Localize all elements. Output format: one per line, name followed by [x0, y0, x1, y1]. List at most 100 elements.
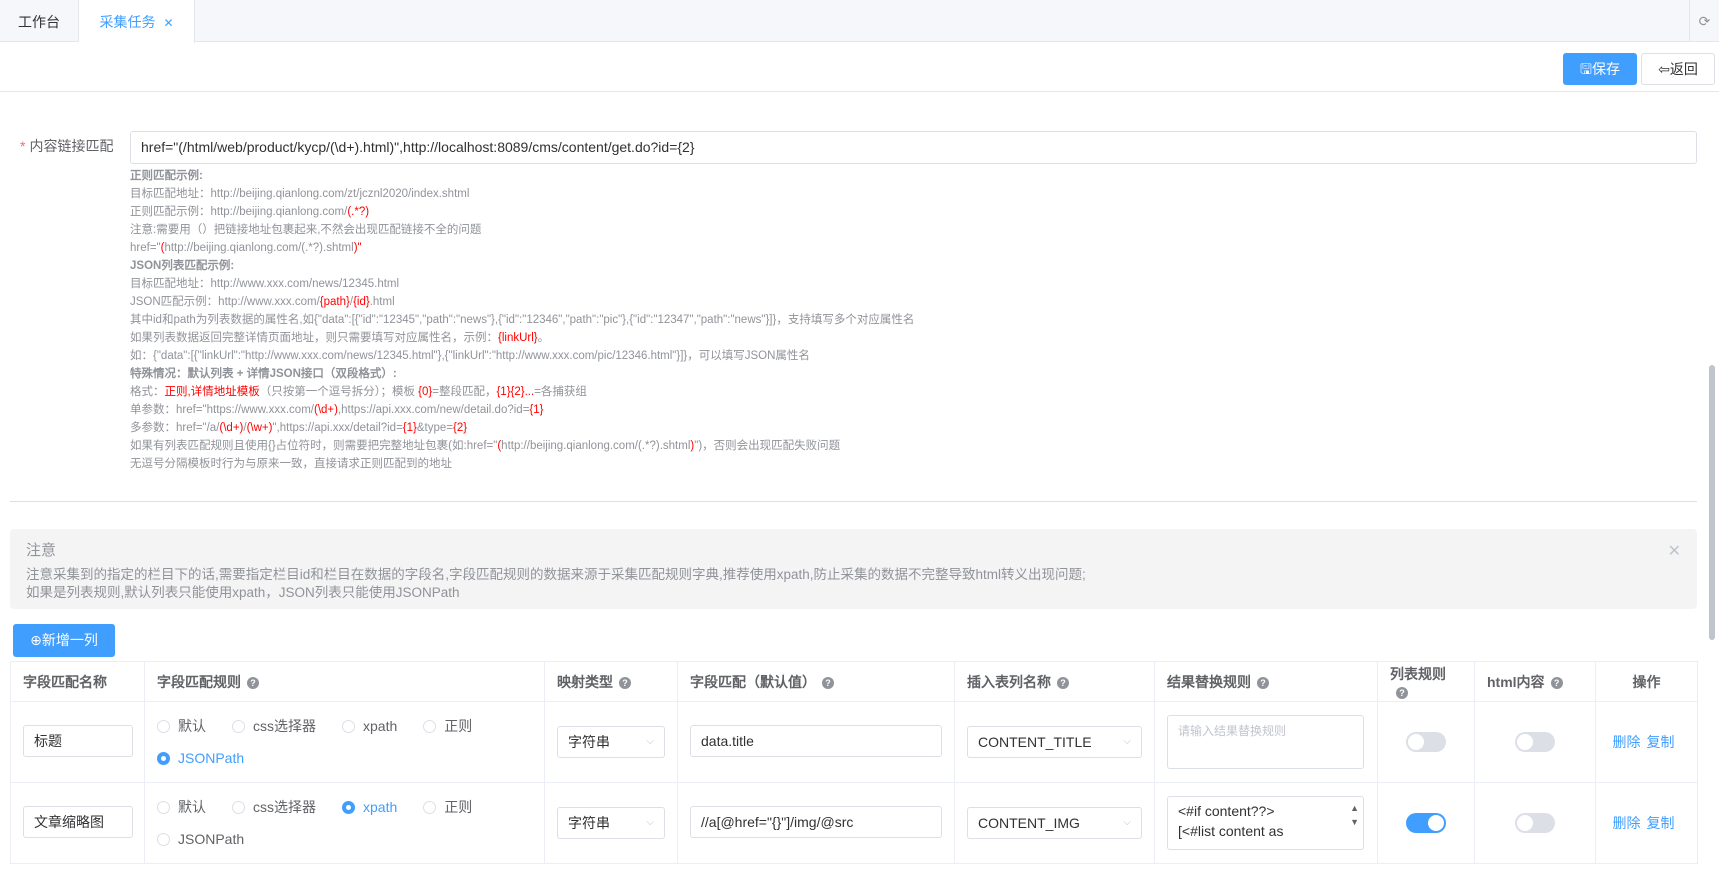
- help-text-part: http://beijing.qianlong.com/(.*?).shtml: [501, 440, 691, 452]
- alert-title: 注意: [26, 542, 57, 559]
- help-line: 如果有列表匹配规则且使用{}占位符时，则需要把完整地址包裹(如:href="(h…: [130, 437, 1530, 455]
- link-match-input[interactable]: href="(/html/web/product/kycp/(\d+).html…: [130, 131, 1697, 164]
- header-label: 结果替换规则: [1167, 673, 1251, 690]
- html-content-switch[interactable]: [1515, 732, 1555, 752]
- help-text-part: （只按第一个逗号拆分）；模板: [259, 386, 419, 398]
- question-icon[interactable]: ?: [247, 676, 259, 689]
- column-name-select[interactable]: CONTENT_IMG ⌵: [967, 807, 1142, 839]
- header-label: 字段匹配（默认值）: [690, 673, 816, 690]
- help-highlight: (.*?): [347, 206, 370, 218]
- close-icon[interactable]: ✕: [163, 16, 173, 30]
- link-match-label-text: 内容链接匹配: [29, 138, 114, 154]
- field-name-input[interactable]: 文章缩略图: [23, 805, 133, 838]
- header-label: 插入表列名称: [967, 673, 1051, 690]
- help-highlight: {0}: [418, 386, 433, 398]
- delete-link[interactable]: 删除: [1613, 734, 1641, 750]
- help-text-part: ,https://api.xxx.com/new/detail.do?id=: [337, 404, 530, 416]
- radio-jsonpath[interactable]: JSONPath: [157, 742, 244, 774]
- help-highlight: {path}: [319, 296, 350, 308]
- back-button[interactable]: ⇦返回: [1641, 53, 1715, 85]
- help-highlight: {1}{2}...: [496, 386, 535, 398]
- help-highlight: {linkUrl}: [498, 332, 538, 344]
- tab-label: 工作台: [18, 14, 60, 30]
- help-text-part: 正则匹配示例：http://beijing.qianlong.com/: [130, 206, 348, 218]
- radio-css[interactable]: css选择器: [232, 791, 316, 823]
- radio-xpath[interactable]: xpath: [342, 791, 397, 823]
- question-icon[interactable]: ?: [1257, 676, 1269, 689]
- help-text-part: 单参数：href="https://www.xxx.com/: [130, 404, 314, 416]
- question-icon[interactable]: ?: [822, 676, 834, 689]
- help-highlight: 正则,详情地址模板: [164, 386, 260, 398]
- copy-link[interactable]: 复制: [1647, 815, 1675, 831]
- help-line: 目标匹配地址：http://www.xxx.com/news/12345.htm…: [130, 278, 400, 290]
- radio-default[interactable]: 默认: [157, 710, 206, 742]
- header-list: 列表规则?: [1377, 661, 1475, 702]
- radio-regex[interactable]: 正则: [423, 710, 472, 742]
- help-text-part: JSON匹配示例：http://www.xxx.com/: [130, 296, 320, 308]
- header-label: 字段匹配规则: [157, 673, 241, 690]
- column-name-select[interactable]: CONTENT_TITLE ⌵: [967, 726, 1142, 758]
- refresh-icon[interactable]: ⟳: [1689, 0, 1719, 42]
- table-row: 标题 默认 css选择器 xpath 正则 JSONPath 字符串 ⌵ data.tit…: [10, 701, 1698, 783]
- help-line: 其中id和path为列表数据的属性名,如{"data":[{"id":"1234…: [130, 314, 915, 326]
- header-column: 插入表列名称?: [954, 661, 1155, 702]
- replace-rule-textarea[interactable]: 请输入结果替换规则: [1167, 715, 1364, 769]
- tab-collect-task[interactable]: 采集任务 ✕: [79, 0, 195, 43]
- header-map: 映射类型?: [544, 661, 678, 702]
- chevron-down-icon: ⌵: [646, 736, 654, 747]
- rule-radio-group: 默认 css选择器 xpath 正则 JSONPath: [157, 791, 532, 855]
- help-line: 如果列表数据返回完整详情页面地址，则只需要填写对应属性名，示例：{linkUrl…: [130, 329, 1530, 347]
- help-line: 目标匹配地址：http://beijing.qianlong.com/zt/jc…: [130, 188, 470, 200]
- header-replace: 结果替换规则?: [1154, 661, 1378, 702]
- help-highlight: (\w+): [246, 422, 273, 434]
- html-content-switch[interactable]: [1515, 813, 1555, 833]
- field-name-input[interactable]: 标题: [23, 724, 133, 757]
- table-row: 文章缩略图 默认 css选择器 xpath 正则 JSONPath 字符串 ⌵ //a[@…: [10, 782, 1698, 864]
- help-text: 正则匹配示例: 目标匹配地址：http://beijing.qianlong.c…: [130, 167, 1530, 473]
- tab-workbench[interactable]: 工作台: [0, 0, 79, 42]
- close-icon[interactable]: ✕: [1668, 541, 1681, 561]
- chevron-down-icon: ⌵: [646, 817, 654, 828]
- replace-rule-textarea[interactable]: <#if content??> [<#list content as ▲ ▼: [1167, 796, 1364, 850]
- map-type-select[interactable]: 字符串 ⌵: [557, 807, 665, 839]
- radio-jsonpath[interactable]: JSONPath: [157, 823, 244, 855]
- default-value-input[interactable]: data.title: [690, 724, 942, 757]
- list-rule-switch[interactable]: [1406, 813, 1446, 833]
- default-value-input[interactable]: //a[@href="{}"]/img/@src: [690, 805, 942, 838]
- delete-link[interactable]: 删除: [1613, 815, 1641, 831]
- help-text-part: .html: [369, 296, 395, 308]
- list-rule-switch[interactable]: [1406, 732, 1446, 752]
- question-icon[interactable]: ?: [619, 676, 631, 689]
- radio-css[interactable]: css选择器: [232, 710, 316, 742]
- add-column-button[interactable]: ⊕新增一列: [13, 624, 115, 657]
- table-header-row: 字段匹配名称 字段匹配规则? 映射类型? 字段匹配（默认值）? 插入表列名称? …: [10, 661, 1698, 702]
- help-highlight: {1}: [529, 404, 544, 416]
- help-line: JSON匹配示例：http://www.xxx.com/{path}/{id}.…: [130, 293, 1530, 311]
- tab-label: 采集任务: [99, 14, 156, 30]
- copy-link[interactable]: 复制: [1647, 734, 1675, 750]
- scroll-arrows-icon: ▲ ▼: [1350, 803, 1359, 827]
- help-highlight: (\d+): [219, 422, 244, 434]
- radio-default[interactable]: 默认: [157, 791, 206, 823]
- help-text-part: href=": [130, 242, 161, 254]
- help-line: 多参数：href="/a/(\d+)/(\w+)",https://api.xx…: [130, 419, 1530, 437]
- radio-xpath[interactable]: xpath: [342, 710, 397, 742]
- map-type-select[interactable]: 字符串 ⌵: [557, 726, 665, 758]
- help-text-part: =整段匹配，: [432, 386, 497, 398]
- help-text-part: &type=: [416, 422, 453, 434]
- header-rule: 字段匹配规则?: [144, 661, 545, 702]
- field-rule-table: 字段匹配名称 字段匹配规则? 映射类型? 字段匹配（默认值）? 插入表列名称? …: [10, 661, 1698, 864]
- header-label: 列表规则: [1390, 665, 1446, 682]
- help-line: 注意:需要用（）把链接地址包裹起来,不然会出现匹配链接不全的问题: [130, 224, 482, 236]
- back-icon: ⇦: [1658, 61, 1670, 77]
- save-button[interactable]: 🖫保存: [1563, 53, 1637, 85]
- help-highlight: (\d+): [313, 404, 338, 416]
- vertical-scrollbar[interactable]: [1709, 365, 1715, 640]
- question-icon[interactable]: ?: [1057, 676, 1069, 689]
- question-icon[interactable]: ?: [1396, 686, 1408, 699]
- header-label: html内容: [1487, 673, 1545, 690]
- question-icon[interactable]: ?: [1550, 676, 1563, 689]
- radio-regex[interactable]: 正则: [423, 791, 472, 823]
- header-html: html内容?: [1474, 661, 1596, 702]
- add-column-label: 新增一列: [41, 632, 98, 648]
